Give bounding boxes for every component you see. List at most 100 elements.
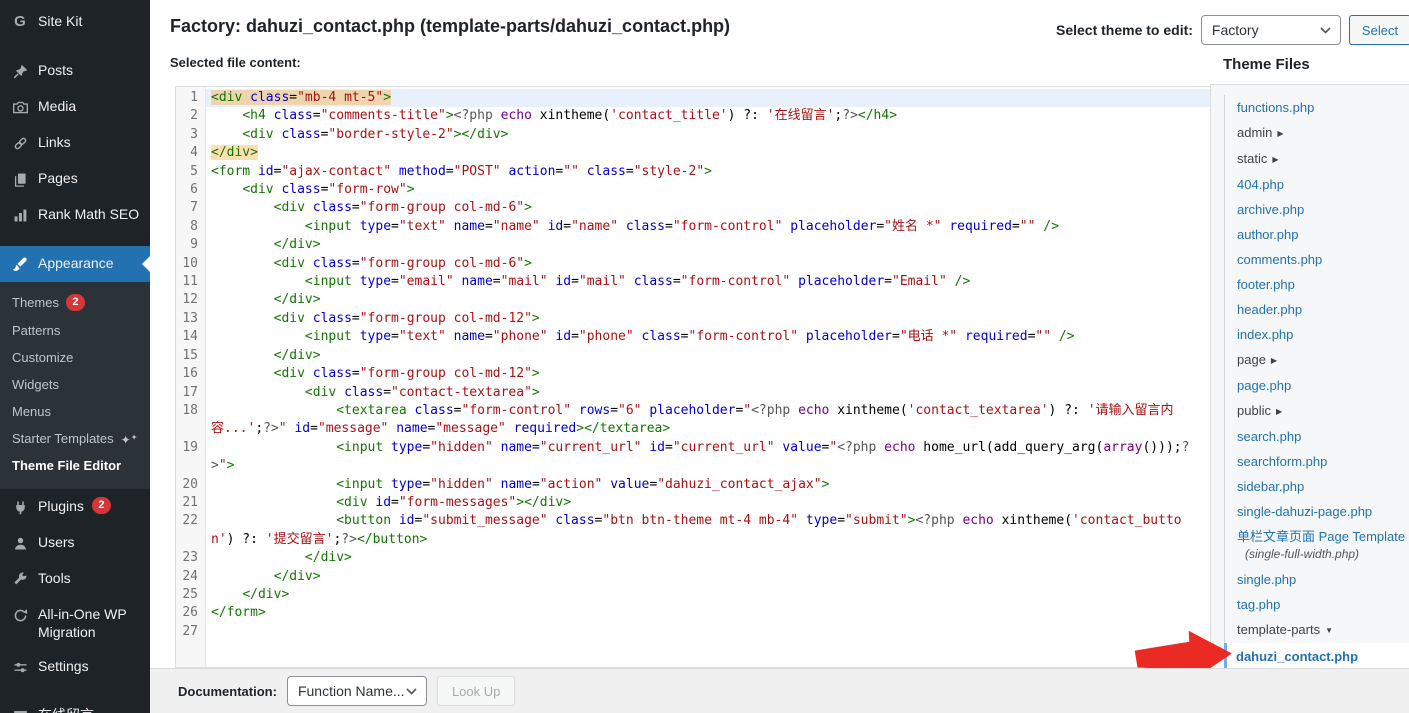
sidebar-item-theme-file-editor[interactable]: Theme File Editor: [0, 452, 150, 479]
theme-folder-page[interactable]: page▶: [1225, 347, 1409, 373]
theme-file-single-php[interactable]: single.php: [1237, 572, 1296, 587]
theme-file-comments-php[interactable]: comments.php: [1237, 252, 1322, 267]
look-up-button[interactable]: Look Up: [437, 676, 515, 706]
chevron-down-icon: [1320, 27, 1331, 34]
sidebar-item-label: Links: [38, 133, 71, 151]
sidebar-item-themes[interactable]: Themes2: [0, 288, 150, 317]
code-line: 24 </div>: [176, 568, 1210, 586]
menu-separator: [0, 685, 150, 698]
wrench-icon: [10, 569, 30, 589]
select-theme-button[interactable]: Select: [1349, 15, 1409, 45]
line-number: 19: [176, 439, 206, 476]
folder-label: template-parts: [1237, 622, 1320, 637]
theme-files-heading: Theme Files: [1223, 56, 1310, 73]
code-line-content: <div class="form-row">: [206, 181, 1210, 199]
code-line: 1<div class="mb-4 mt-5">: [176, 89, 1210, 107]
triangle-right-icon: ▶: [1272, 155, 1278, 164]
sidebar-item-label: Starter Templates: [12, 431, 114, 446]
sidebar-item-media[interactable]: Media: [0, 89, 150, 125]
sidebar-item-site-kit[interactable]: GSite Kit: [0, 4, 150, 40]
sidebar-item-menus[interactable]: Menus: [0, 398, 150, 425]
theme-folder-template-parts[interactable]: template-parts ▼: [1225, 617, 1409, 643]
sidebar-item-tools[interactable]: Tools: [0, 561, 150, 597]
selected-file-content-label: Selected file content:: [170, 55, 301, 70]
triangle-right-icon: ▶: [1276, 407, 1282, 416]
sidebar-item-appearance[interactable]: Appearance: [0, 246, 150, 282]
sidebar-item-online-message[interactable]: 在线留言: [0, 698, 150, 713]
theme-file-functions-php[interactable]: functions.php: [1237, 100, 1314, 115]
theme-file-row: 单栏文章页面 Page Template(single-full-width.p…: [1225, 524, 1409, 567]
theme-file-searchform-php[interactable]: searchform.php: [1237, 454, 1327, 469]
theme-file-dahuzi-contact-php[interactable]: dahuzi_contact.php: [1236, 649, 1358, 664]
sidebar-item-rank-math-seo[interactable]: Rank Math SEO: [0, 197, 150, 233]
theme-file-404-php[interactable]: 404.php: [1237, 177, 1284, 192]
theme-file-footer-php[interactable]: footer.php: [1237, 277, 1295, 292]
theme-file-search-php[interactable]: search.php: [1237, 429, 1301, 444]
theme-file-row: header.php: [1225, 297, 1409, 322]
theme-file-row: tag.php: [1225, 592, 1409, 617]
code-line: 23 </div>: [176, 549, 1210, 567]
sidebar-item-label: 在线留言: [38, 706, 94, 713]
sidebar-item-posts[interactable]: Posts: [0, 53, 150, 89]
sidebar-item-widgets[interactable]: Widgets: [0, 371, 150, 398]
triangle-right-icon: ▶: [1277, 129, 1283, 138]
code-line: 21 <div id="form-messages"></div>: [176, 494, 1210, 512]
documentation-select[interactable]: Function Name...: [287, 676, 427, 706]
sidebar-item-label: Users: [38, 533, 75, 551]
line-number: 18: [176, 402, 206, 439]
user-icon: [10, 533, 30, 553]
code-line: 20 <input type="hidden" name="action" va…: [176, 476, 1210, 494]
update-count-badge: 2: [66, 294, 85, 311]
theme-folder-static[interactable]: static▶: [1225, 146, 1409, 172]
code-line: 19 <input type="hidden" name="current_ur…: [176, 439, 1210, 476]
line-number: 22: [176, 512, 206, 549]
sidebar-item-settings[interactable]: Settings: [0, 649, 150, 685]
theme-file-single-dahuzi-page-php[interactable]: single-dahuzi-page.php: [1237, 504, 1372, 519]
code-line-content: <input type="hidden" name="current_url" …: [206, 439, 1210, 476]
sidebar-item-starter-templates[interactable]: Starter Templates✦✦: [0, 425, 150, 452]
chevron-down-icon: [406, 688, 417, 695]
line-number: 12: [176, 291, 206, 309]
theme-file-header-php[interactable]: header.php: [1237, 302, 1302, 317]
code-line-content: <button id="submit_message" class="btn b…: [206, 512, 1210, 549]
theme-file-single-full-width-page-template[interactable]: 单栏文章页面 Page Template: [1237, 529, 1405, 544]
sidebar-item-all-in-one-wp-migration[interactable]: All-in-One WP Migration: [0, 597, 150, 649]
theme-folder-public[interactable]: public▶: [1225, 398, 1409, 424]
line-number: 23: [176, 549, 206, 567]
code-line: 14 <input type="text" name="phone" id="p…: [176, 328, 1210, 346]
sidebar-item-links[interactable]: Links: [0, 125, 150, 161]
line-number: 7: [176, 199, 206, 217]
code-line-content: <input type="hidden" name="action" value…: [206, 476, 1210, 494]
theme-file-page-php[interactable]: page.php: [1237, 378, 1291, 393]
sidebar-item-plugins[interactable]: Plugins2: [0, 489, 150, 525]
sidebar-item-customize[interactable]: Customize: [0, 344, 150, 371]
sidebar-item-patterns[interactable]: Patterns: [0, 317, 150, 344]
code-line: 5<form id="ajax-contact" method="POST" a…: [176, 163, 1210, 181]
theme-file-sidebar-php[interactable]: sidebar.php: [1237, 479, 1304, 494]
theme-file-row: index.php: [1225, 322, 1409, 347]
sidebar-item-label: Tools: [38, 569, 71, 587]
folder-label: admin: [1237, 125, 1272, 140]
sidebar-item-label: Appearance: [38, 254, 114, 272]
theme-file-tag-php[interactable]: tag.php: [1237, 597, 1280, 612]
menu-separator: [0, 40, 150, 53]
theme-file-author-php[interactable]: author.php: [1237, 227, 1298, 242]
sidebar-item-users[interactable]: Users: [0, 525, 150, 561]
documentation-select-value: Function Name...: [298, 683, 405, 699]
code-line: 17 <div class="contact-textarea">: [176, 384, 1210, 402]
theme-file-row: dahuzi_contact.php: [1224, 643, 1409, 668]
line-number: 13: [176, 310, 206, 328]
sidebar-item-pages[interactable]: Pages: [0, 161, 150, 197]
theme-file-index-php[interactable]: index.php: [1237, 327, 1293, 342]
code-editor[interactable]: 1<div class="mb-4 mt-5">2 <h4 class="com…: [175, 86, 1211, 668]
triangle-down-icon: ▼: [1325, 626, 1333, 635]
code-line: 22 <button id="submit_message" class="bt…: [176, 512, 1210, 549]
theme-select[interactable]: Factory: [1201, 15, 1341, 45]
theme-folder-admin[interactable]: admin ▶: [1225, 120, 1409, 146]
code-line: 8 <input type="text" name="name" id="nam…: [176, 218, 1210, 236]
sidebar-item-label: Posts: [38, 61, 73, 79]
theme-file-archive-php[interactable]: archive.php: [1237, 202, 1304, 217]
code-line: 15 </div>: [176, 347, 1210, 365]
admin-sidebar: GSite Kit Posts Media Links PagesRank Math S…: [0, 0, 150, 713]
line-number: 2: [176, 107, 206, 125]
